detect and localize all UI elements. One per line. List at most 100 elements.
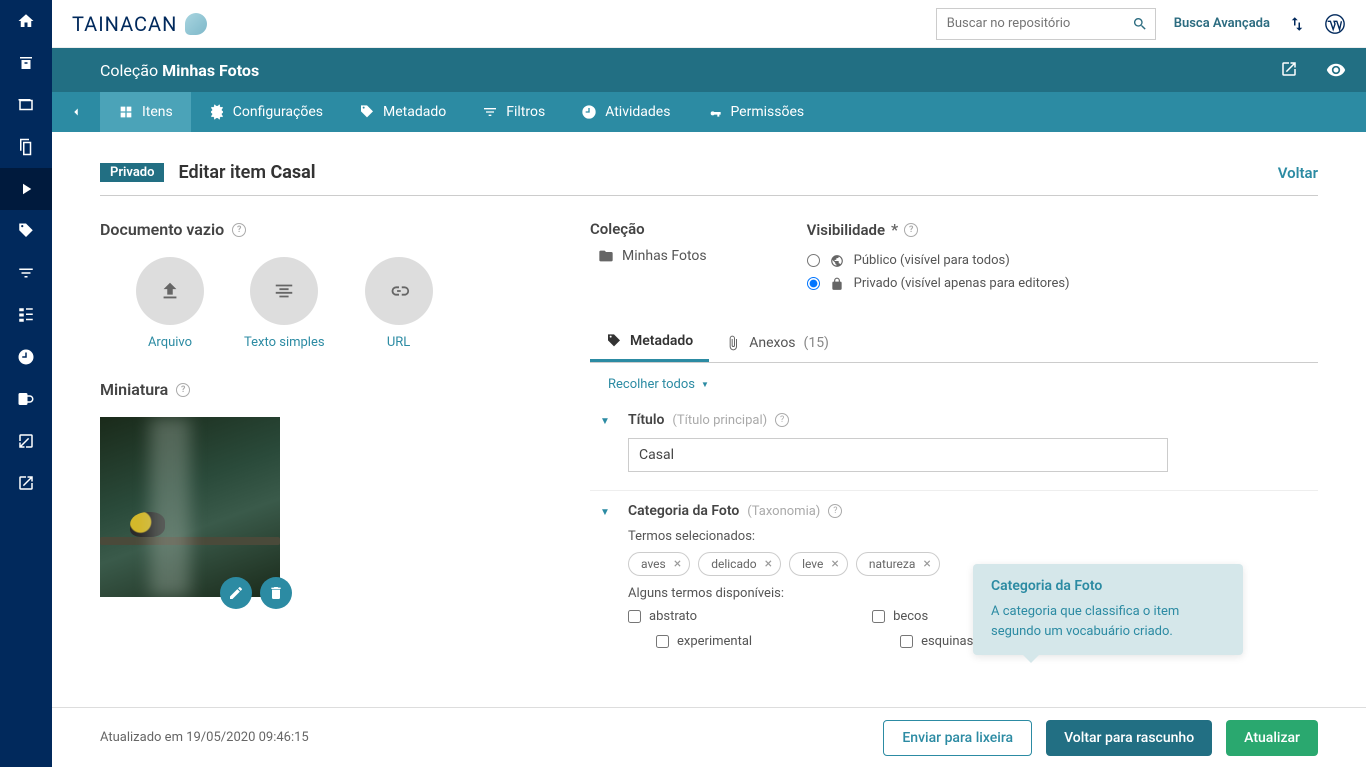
advanced-search-link[interactable]: Busca Avançada bbox=[1174, 16, 1270, 31]
tooltip-title: Categoria da Foto bbox=[991, 578, 1225, 594]
collapse-toggle[interactable]: ▼ bbox=[600, 416, 610, 427]
trash-button[interactable]: Enviar para lixeira bbox=[883, 720, 1032, 756]
page-title: Editar item Casal bbox=[178, 162, 315, 183]
footer: Atualizado em 19/05/2020 09:46:15 Enviar… bbox=[52, 707, 1366, 767]
selected-terms-label: Termos selecionados: bbox=[628, 529, 1318, 544]
field-category-type: (Taxonomia) bbox=[747, 504, 820, 519]
term-checkbox[interactable]: esquinas bbox=[872, 634, 973, 649]
delete-thumbnail-button[interactable] bbox=[260, 577, 292, 609]
thumbnail-image bbox=[100, 417, 280, 597]
logo-icon bbox=[185, 13, 207, 35]
doc-url-button[interactable]: URL bbox=[365, 257, 433, 350]
search-box bbox=[936, 8, 1156, 40]
topbar: TAINACAN Busca Avançada bbox=[52, 0, 1366, 48]
doc-text-button[interactable]: Texto simples bbox=[244, 257, 325, 350]
tab-metadata-label: Metadado bbox=[383, 104, 446, 120]
collection-name: Minhas Fotos bbox=[162, 61, 259, 80]
edit-thumbnail-button[interactable] bbox=[220, 577, 252, 609]
attachment-icon bbox=[725, 335, 741, 351]
term-checkbox[interactable]: abstrato bbox=[628, 609, 752, 624]
draft-button[interactable]: Voltar para rascunho bbox=[1046, 720, 1212, 756]
title-input[interactable] bbox=[628, 438, 1168, 472]
tab-metadata[interactable]: Metadado bbox=[341, 92, 464, 132]
tab-items[interactable]: Itens bbox=[100, 92, 191, 132]
collection-label: Coleção bbox=[100, 61, 158, 80]
tooltip-text: A categoria que classifica o item segund… bbox=[991, 602, 1225, 641]
metadata-tabs: Metadado Anexos (15) bbox=[590, 323, 1318, 363]
tag-item: leve× bbox=[789, 552, 848, 576]
new-window-icon[interactable] bbox=[1280, 60, 1298, 80]
sidebar-permissions[interactable] bbox=[0, 378, 52, 420]
logo-text: TAINACAN bbox=[72, 12, 177, 36]
field-category-name: Categoria da Foto bbox=[628, 503, 739, 519]
visibility-badge: Privado bbox=[100, 163, 164, 182]
help-icon[interactable]: ? bbox=[904, 223, 918, 237]
field-title-type: (Título principal) bbox=[672, 413, 767, 428]
doc-file-button[interactable]: Arquivo bbox=[136, 257, 204, 350]
collection-info-label: Coleção bbox=[590, 220, 707, 238]
tab-activities-label: Atividades bbox=[605, 104, 670, 120]
update-button[interactable]: Atualizar bbox=[1226, 720, 1318, 756]
folder-icon bbox=[598, 248, 614, 264]
search-icon[interactable] bbox=[1132, 16, 1148, 32]
back-link[interactable]: Voltar bbox=[1278, 164, 1318, 182]
content: Privado Editar item Casal Voltar Documen… bbox=[52, 132, 1366, 707]
tag-icon bbox=[606, 333, 622, 349]
tab-settings[interactable]: Configurações bbox=[191, 92, 341, 132]
view-icon[interactable] bbox=[1326, 60, 1346, 80]
collection-info-value: Minhas Fotos bbox=[590, 248, 707, 264]
page-header: Privado Editar item Casal Voltar bbox=[100, 162, 1318, 196]
main-sidebar bbox=[0, 0, 52, 767]
tag-remove[interactable]: × bbox=[923, 556, 930, 572]
sidebar-collections[interactable] bbox=[0, 84, 52, 126]
field-title: ▼ Título (Título principal) ? bbox=[590, 400, 1318, 491]
help-icon[interactable]: ? bbox=[775, 413, 789, 427]
tab-permissions-label: Permissões bbox=[730, 104, 804, 120]
wordpress-icon[interactable] bbox=[1324, 13, 1346, 35]
help-icon[interactable]: ? bbox=[828, 504, 842, 518]
lock-icon bbox=[830, 277, 844, 291]
tag-item: aves× bbox=[628, 552, 690, 576]
sidebar-filters[interactable] bbox=[0, 252, 52, 294]
tag-remove[interactable]: × bbox=[674, 556, 681, 572]
collapse-all-link[interactable]: Recolher todos ▼ bbox=[590, 363, 1318, 400]
document-heading: Documento vazio ? bbox=[100, 220, 530, 239]
sidebar-export[interactable] bbox=[0, 462, 52, 504]
meta-tab-attachments[interactable]: Anexos (15) bbox=[709, 323, 845, 362]
term-checkbox[interactable]: experimental bbox=[628, 634, 752, 649]
sidebar-taxonomy[interactable] bbox=[0, 294, 52, 336]
search-input[interactable] bbox=[936, 8, 1156, 40]
tab-items-label: Itens bbox=[142, 104, 173, 120]
collection-bar: Coleção Minhas Fotos bbox=[52, 48, 1366, 92]
visibility-public[interactable]: Público (visível para todos) bbox=[807, 249, 1070, 272]
tab-activities[interactable]: Atividades bbox=[563, 92, 688, 132]
sort-icon[interactable] bbox=[1288, 15, 1306, 33]
tab-permissions[interactable]: Permissões bbox=[688, 92, 822, 132]
help-icon[interactable]: ? bbox=[176, 383, 190, 397]
term-checkbox[interactable]: becos bbox=[872, 609, 973, 624]
doc-file-label: Arquivo bbox=[148, 335, 192, 350]
tab-filters-label: Filtros bbox=[506, 104, 545, 120]
sidebar-import[interactable] bbox=[0, 420, 52, 462]
back-arrow[interactable] bbox=[52, 92, 100, 132]
visibility-private[interactable]: Privado (visível apenas para editores) bbox=[807, 272, 1070, 295]
sidebar-archive[interactable] bbox=[0, 42, 52, 84]
tabs-bar: Itens Configurações Metadado Filtros Ati… bbox=[52, 92, 1366, 132]
meta-tab-metadata[interactable]: Metadado bbox=[590, 323, 709, 362]
logo[interactable]: TAINACAN bbox=[72, 12, 207, 36]
sidebar-tags[interactable] bbox=[0, 210, 52, 252]
sidebar-home[interactable] bbox=[0, 0, 52, 42]
sidebar-activities[interactable] bbox=[0, 336, 52, 378]
help-icon[interactable]: ? bbox=[232, 223, 246, 237]
doc-text-label: Texto simples bbox=[244, 335, 325, 350]
field-title-name: Título bbox=[628, 412, 664, 428]
sidebar-current[interactable] bbox=[0, 168, 52, 210]
sidebar-copy[interactable] bbox=[0, 126, 52, 168]
tab-settings-label: Configurações bbox=[233, 104, 323, 120]
tag-remove[interactable]: × bbox=[765, 556, 772, 572]
tag-remove[interactable]: × bbox=[831, 556, 838, 572]
doc-url-label: URL bbox=[387, 335, 410, 350]
tab-filters[interactable]: Filtros bbox=[464, 92, 563, 132]
tooltip: Categoria da Foto A categoria que classi… bbox=[973, 564, 1243, 655]
collapse-toggle[interactable]: ▼ bbox=[600, 507, 610, 518]
